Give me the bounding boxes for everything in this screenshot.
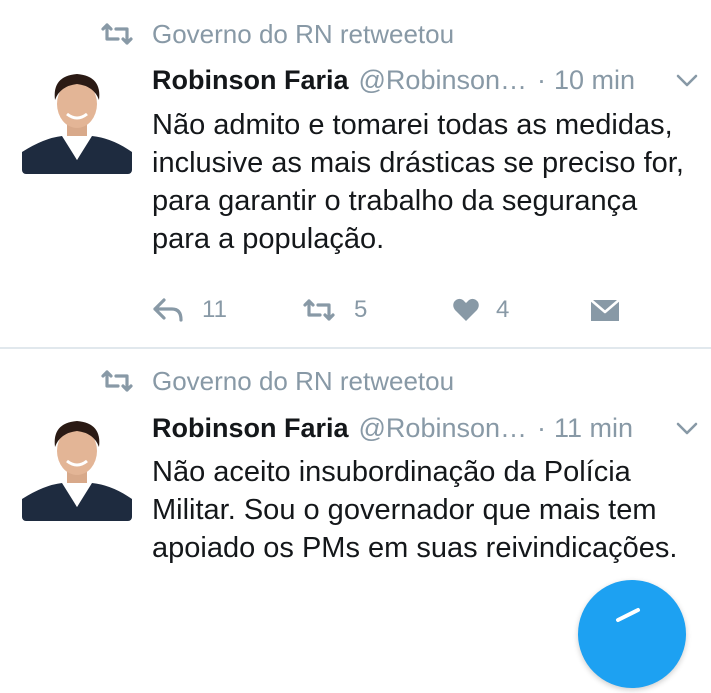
tweet-text: Não admito e tomarei todas as medidas, i… bbox=[152, 109, 684, 255]
like-button[interactable]: 4 bbox=[452, 296, 590, 324]
avatar[interactable] bbox=[22, 411, 132, 521]
direct-message-icon bbox=[590, 299, 620, 321]
retweet-icon bbox=[101, 23, 133, 45]
author-handle[interactable]: @Robinson… bbox=[359, 413, 528, 444]
retweet-icon bbox=[101, 370, 133, 392]
author-name[interactable]: Robinson Faria bbox=[152, 413, 349, 444]
reply-button[interactable]: 11 bbox=[152, 296, 302, 324]
compose-button[interactable] bbox=[578, 580, 686, 688]
avatar[interactable] bbox=[22, 64, 132, 174]
tweet-card[interactable]: Governo do RN retweetou Robinson Faria @… bbox=[0, 0, 711, 347]
retweet-label[interactable]: Governo do RN retweetou bbox=[152, 19, 454, 50]
author-handle[interactable]: @Robinson… bbox=[359, 65, 528, 96]
reply-count: 11 bbox=[202, 296, 227, 323]
retweet-button[interactable]: 5 bbox=[302, 296, 452, 324]
timestamp[interactable]: 11 min bbox=[554, 413, 633, 444]
tweet-actions: 11 5 4 bbox=[152, 292, 620, 328]
retweet-count: 5 bbox=[354, 296, 368, 323]
separator: · bbox=[537, 412, 547, 443]
separator: · bbox=[537, 64, 547, 95]
timestamp[interactable]: 10 min bbox=[554, 65, 635, 96]
compose-icon bbox=[616, 608, 640, 622]
heart-icon bbox=[453, 298, 479, 321]
tweet-header: Robinson Faria @Robinson… · 10 min bbox=[152, 60, 711, 100]
tweet-header: Robinson Faria @Robinson… · 11 min bbox=[152, 408, 711, 448]
author-name[interactable]: Robinson Faria bbox=[152, 65, 349, 96]
retweet-context: Governo do RN retweetou bbox=[100, 363, 454, 399]
chevron-down-icon[interactable] bbox=[675, 420, 699, 436]
direct-message-button[interactable] bbox=[590, 297, 620, 323]
retweet-label[interactable]: Governo do RN retweetou bbox=[152, 366, 454, 397]
chevron-down-icon[interactable] bbox=[675, 72, 699, 88]
tweet-text: Não aceito insubordinação da Polícia Mil… bbox=[152, 456, 678, 564]
like-count: 4 bbox=[496, 296, 510, 323]
retweet-icon bbox=[303, 299, 335, 321]
reply-icon bbox=[153, 298, 183, 322]
retweet-context: Governo do RN retweetou bbox=[100, 16, 454, 52]
